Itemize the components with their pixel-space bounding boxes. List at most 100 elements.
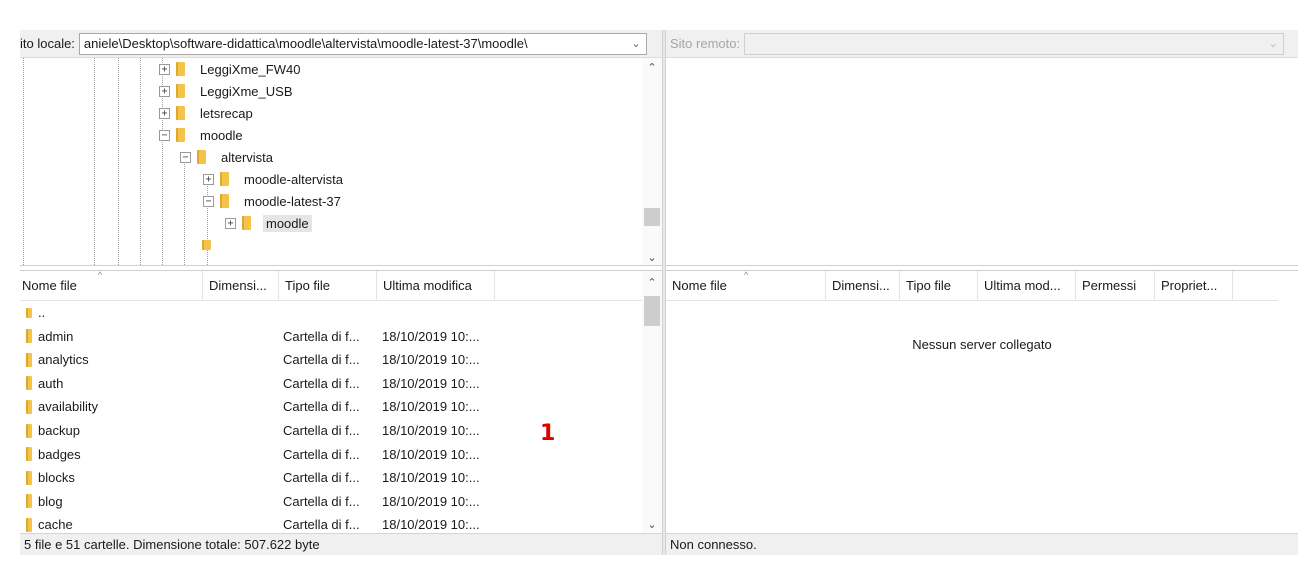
sort-asc-icon: ^ — [744, 270, 749, 280]
table-row[interactable]: badges Cartella di f... 18/10/2019 10:... — [20, 443, 642, 466]
scroll-up-icon[interactable]: ⌃ — [642, 58, 662, 76]
local-status-text: 5 file e 51 cartelle. Dimensione totale:… — [24, 537, 320, 552]
chevron-down-icon[interactable]: ⌄ — [625, 33, 646, 54]
tree-item[interactable]: − altervista — [180, 146, 276, 168]
file-name: cache — [38, 517, 73, 533]
remote-status-text: Non connesso. — [670, 537, 757, 552]
folder-icon — [26, 329, 32, 344]
table-row[interactable]: blog Cartella di f... 18/10/2019 10:... — [20, 490, 642, 513]
expand-icon[interactable]: + — [225, 217, 236, 229]
column-header-size[interactable]: Dimensi... — [826, 271, 900, 301]
table-row[interactable]: auth Cartella di f... 18/10/2019 10:... — [20, 372, 642, 395]
column-header-filename[interactable]: Nome file ^ — [666, 271, 826, 301]
column-label: Nome file — [672, 278, 727, 293]
column-header-modified[interactable]: Ultima mod... — [978, 271, 1076, 301]
local-file-list[interactable]: Nome file ^ Dimensi... Tipo file Ultima … — [20, 270, 662, 533]
local-list-header: Nome file ^ Dimensi... Tipo file Ultima … — [20, 271, 642, 301]
local-pane: ito locale: aniele\Desktop\software-dida… — [20, 30, 662, 555]
file-modified: 18/10/2019 10:... — [382, 446, 480, 462]
scroll-thumb[interactable] — [644, 296, 660, 326]
tree-item-label: moodle-latest-37 — [244, 193, 341, 209]
table-row[interactable]: cache Cartella di f... 18/10/2019 10:... — [20, 513, 642, 533]
remote-directory-tree[interactable] — [666, 58, 1298, 266]
file-modified: 18/10/2019 10:... — [382, 399, 480, 415]
tree-item-partial[interactable] — [202, 234, 223, 256]
file-name: admin — [38, 328, 74, 344]
column-header-modified[interactable]: Ultima modifica — [377, 271, 495, 301]
folder-icon — [26, 423, 32, 438]
column-header-type[interactable]: Tipo file — [900, 271, 978, 301]
file-type: Cartella di f... — [283, 446, 360, 462]
column-label: Tipo file — [285, 278, 331, 293]
column-header-permissions[interactable]: Permessi — [1076, 271, 1155, 301]
remote-file-list[interactable]: Nome file ^ Dimensi... Tipo file Ultima … — [666, 270, 1298, 533]
tree-item[interactable]: + LeggiXme_USB — [159, 80, 296, 102]
table-row[interactable]: availability Cartella di f... 18/10/2019 1… — [20, 395, 642, 418]
file-modified: 18/10/2019 10:... — [382, 493, 480, 509]
tree-item-label: LeggiXme_FW40 — [200, 61, 301, 77]
remote-pane: Sito remoto: ⌄ Nome file ^ Dimensi... Ti… — [666, 30, 1298, 555]
local-path-combobox[interactable]: aniele\Desktop\software-didattica\moodle… — [78, 32, 647, 55]
file-type: Cartella di f... — [283, 399, 360, 415]
sort-asc-icon: ^ — [98, 270, 103, 280]
tree-guide-line — [140, 58, 141, 265]
annotation-number: 1 — [540, 421, 556, 446]
file-type: Cartella di f... — [283, 493, 360, 509]
scroll-down-icon[interactable]: ⌄ — [642, 248, 662, 265]
folder-icon — [176, 128, 185, 142]
column-label: Dimensi... — [832, 278, 890, 293]
column-label: Ultima modifica — [383, 278, 472, 293]
empty-list-message: Nessun server collegato — [912, 337, 1052, 352]
expand-icon[interactable]: + — [159, 63, 170, 75]
remote-site-label: Sito remoto: — [670, 36, 741, 51]
remote-path-combobox[interactable]: ⌄ — [744, 32, 1285, 55]
file-type: Cartella di f... — [283, 328, 360, 344]
column-label: Ultima mod... — [984, 278, 1061, 293]
column-header-owner[interactable]: Propriet... — [1155, 271, 1233, 301]
file-type: Cartella di f... — [283, 375, 360, 391]
file-modified: 18/10/2019 10:... — [382, 328, 480, 344]
expand-icon[interactable]: + — [159, 107, 170, 119]
folder-icon — [220, 194, 229, 208]
tree-item[interactable]: − moodle — [159, 124, 246, 146]
tree-item-label: moodle — [263, 214, 312, 232]
tree-item[interactable]: + letsrecap — [159, 102, 256, 124]
folder-icon — [26, 517, 32, 532]
folder-icon — [26, 307, 32, 318]
expand-icon[interactable]: + — [159, 85, 170, 97]
file-modified: 18/10/2019 10:... — [382, 352, 480, 368]
file-list-scrollbar[interactable]: ⌃ ⌄ — [642, 271, 662, 533]
tree-guide-line — [94, 58, 95, 265]
folder-icon — [176, 84, 185, 98]
column-header-filename[interactable]: Nome file ^ — [20, 271, 203, 301]
remote-status-bar: Non connesso. — [666, 533, 1298, 555]
collapse-icon[interactable]: − — [159, 129, 170, 141]
column-label: Dimensi... — [209, 278, 267, 293]
tree-scrollbar[interactable]: ⌃ ⌄ — [642, 58, 662, 265]
table-row[interactable]: .. — [20, 301, 642, 324]
column-header-size[interactable]: Dimensi... — [203, 271, 279, 301]
tree-item[interactable]: + moodle-altervista — [203, 168, 346, 190]
local-status-bar: 5 file e 51 cartelle. Dimensione totale:… — [20, 533, 662, 555]
table-row[interactable]: admin Cartella di f... 18/10/2019 10:... — [20, 325, 642, 348]
tree-item-selected[interactable]: + moodle — [225, 212, 312, 234]
file-name: blocks — [38, 470, 75, 486]
collapse-icon[interactable]: − — [180, 151, 191, 163]
expand-icon[interactable]: + — [203, 173, 214, 185]
tree-item[interactable]: + LeggiXme_FW40 — [159, 58, 303, 80]
remote-site-bar: Sito remoto: ⌄ — [666, 30, 1298, 58]
column-header-type[interactable]: Tipo file — [279, 271, 377, 301]
scroll-thumb[interactable] — [644, 208, 660, 226]
table-row[interactable]: analytics Cartella di f... 18/10/2019 10:.… — [20, 348, 642, 371]
scroll-down-icon[interactable]: ⌄ — [642, 515, 662, 533]
column-label: Nome file — [22, 278, 77, 293]
local-directory-tree[interactable]: + LeggiXme_FW40 + LeggiXme_USB + letsrec… — [20, 58, 662, 266]
file-modified: 18/10/2019 10:... — [382, 423, 480, 438]
file-name: backup — [38, 423, 80, 438]
chevron-down-icon[interactable]: ⌄ — [1263, 33, 1284, 54]
file-type: Cartella di f... — [283, 470, 360, 486]
table-row[interactable]: blocks Cartella di f... 18/10/2019 10:... — [20, 466, 642, 489]
collapse-icon[interactable]: − — [203, 195, 214, 207]
scroll-up-icon[interactable]: ⌃ — [642, 273, 662, 291]
tree-item[interactable]: − moodle-latest-37 — [203, 190, 344, 212]
